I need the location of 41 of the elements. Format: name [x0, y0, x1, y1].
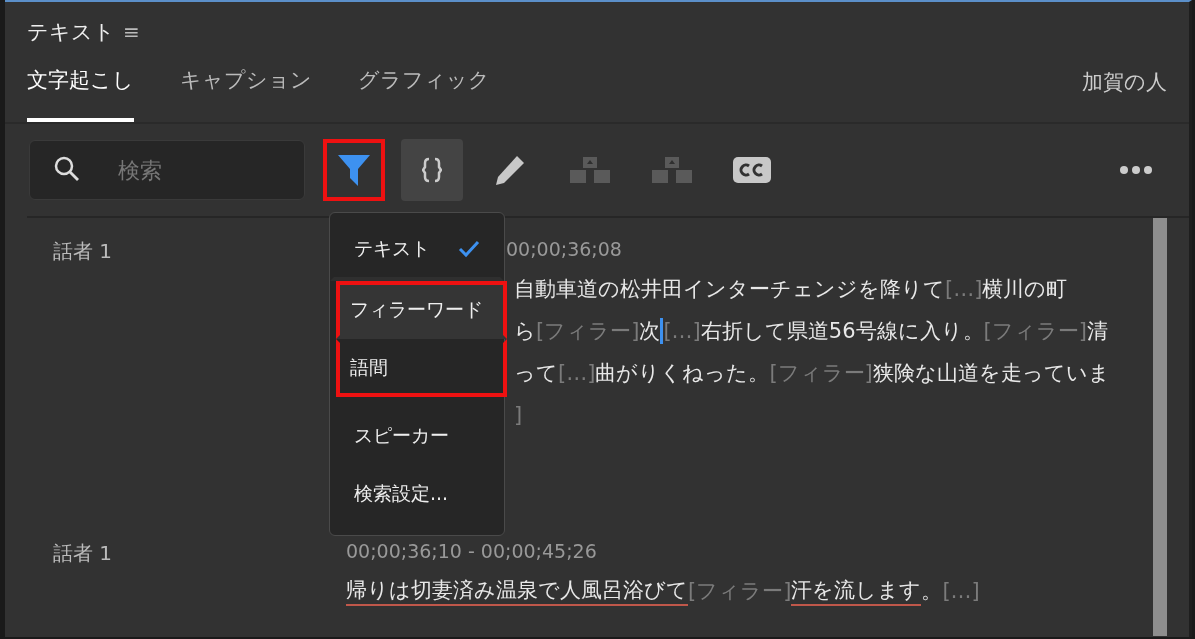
transcript-text: 右折して県道56号線に入り。 [700, 318, 984, 345]
pause-marker: […] [942, 579, 980, 603]
filler-marker: [フィラー] [536, 318, 640, 345]
pause-marker: […] [945, 277, 983, 301]
timecode: 00;00;36;08 [506, 238, 622, 262]
transcript-text: 清 [1086, 318, 1108, 345]
menu-item[interactable]: フィラーワード [336, 281, 507, 339]
speaker-label: 話者 1 [52, 540, 114, 567]
transcript-text: 帰りは切妻済み温泉で人風呂浴びて [346, 576, 688, 606]
scrollbar[interactable] [1153, 218, 1167, 636]
filter-button[interactable] [323, 139, 385, 201]
pause-marker: […] [558, 361, 596, 385]
tab[interactable]: キャプション [180, 66, 312, 122]
filler-marker: [フィラー] [769, 360, 873, 387]
tab[interactable]: グラフィック [358, 66, 490, 122]
menu-item[interactable]: スピーカー [330, 407, 504, 465]
transcript-text: 狭険な山道を走っていま [872, 360, 1110, 387]
panel-menu-button[interactable]: ≡ [123, 20, 140, 44]
transcript-text: って [514, 360, 558, 387]
transcript-text: 自動車道の松井田インターチェンジを降りて [514, 276, 945, 303]
menu-item[interactable]: 語間 [336, 339, 507, 397]
merge-button[interactable] [401, 139, 463, 201]
panel-title: テキスト [27, 19, 115, 46]
sequence-name: 加賀の人 [1082, 69, 1167, 96]
transcript-text: 曲がりくねった。 [595, 360, 770, 387]
transcript-text: ら [514, 318, 536, 345]
text-cursor [660, 318, 664, 344]
search-field[interactable]: 検索 [29, 140, 305, 200]
transcript-text: 次 [639, 318, 661, 345]
search-icon [53, 155, 81, 183]
filler-marker: [フィラー] [983, 318, 1087, 345]
pause-marker: […] [663, 319, 701, 343]
timecode: 00;00;36;10 - 00;00;45;26 [346, 540, 597, 564]
transcript-text: 。 [921, 578, 943, 605]
tab[interactable]: 文字起こし [27, 66, 134, 122]
menu-item[interactable]: 検索設定... [330, 465, 504, 523]
filler-marker: [フィラー] [688, 578, 792, 605]
transcript-text: 横川の町 [982, 276, 1068, 303]
pause-marker: ] [514, 403, 523, 427]
speaker-label: 話者 1 [52, 238, 114, 265]
transcript-text: 汗を流します [791, 576, 922, 606]
